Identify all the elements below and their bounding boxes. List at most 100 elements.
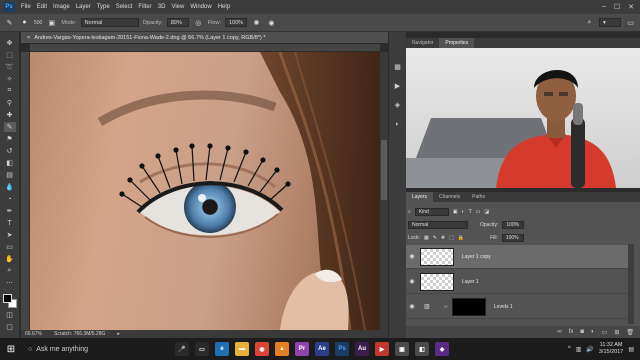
premiere-icon[interactable]: Pr bbox=[295, 342, 309, 356]
gradient-tool-icon[interactable]: ▤ bbox=[4, 170, 16, 180]
menu-edit[interactable]: Edit bbox=[34, 4, 50, 10]
app-icon[interactable]: ◧ bbox=[415, 342, 429, 356]
quick-select-tool-icon[interactable]: ✧ bbox=[4, 74, 16, 84]
menu-file[interactable]: File bbox=[18, 4, 34, 10]
maximize-icon[interactable]: ☐ bbox=[614, 3, 620, 11]
menu-select[interactable]: Select bbox=[113, 4, 136, 10]
visibility-eye-icon[interactable]: ◉ bbox=[406, 303, 418, 310]
after-effects-icon[interactable]: Ae bbox=[315, 342, 329, 356]
eraser-tool-icon[interactable]: ◧ bbox=[4, 158, 16, 168]
filter-smart-icon[interactable]: ◪ bbox=[484, 209, 489, 215]
vlc-icon[interactable]: ▲ bbox=[275, 342, 289, 356]
layer-row[interactable]: ◉ ▥ ∞ Levels 1 bbox=[406, 295, 628, 319]
file-explorer-icon[interactable]: ▬ bbox=[235, 342, 249, 356]
document-canvas[interactable] bbox=[30, 52, 380, 330]
quick-mask-icon[interactable]: ◫ bbox=[4, 310, 16, 320]
lock-paint-icon[interactable]: ✎ bbox=[433, 235, 437, 241]
network-icon[interactable]: ▥ bbox=[576, 346, 582, 353]
layer-row[interactable]: ◉ Layer 1 copy bbox=[406, 245, 628, 269]
fill-field[interactable]: 100% bbox=[501, 234, 524, 242]
tray-expand-icon[interactable]: ^ bbox=[568, 346, 571, 352]
tab-paths[interactable]: Paths bbox=[466, 192, 491, 202]
brush-tool-icon[interactable]: ✎ bbox=[4, 17, 15, 28]
layer-opacity-field[interactable]: 100% bbox=[502, 221, 525, 229]
chrome-icon[interactable]: ◉ bbox=[255, 342, 269, 356]
new-group-icon[interactable]: ▭ bbox=[602, 329, 608, 336]
history-brush-tool-icon[interactable]: ↺ bbox=[4, 146, 16, 156]
zoom-tool-icon[interactable]: ⌕ bbox=[4, 266, 16, 276]
notifications-icon[interactable]: ▤ bbox=[628, 346, 634, 353]
audition-icon[interactable]: Au bbox=[355, 342, 369, 356]
tab-navigator[interactable]: Navigator bbox=[406, 38, 439, 48]
lock-all-icon[interactable]: 🔒 bbox=[458, 235, 464, 241]
dodge-tool-icon[interactable]: ◔ bbox=[4, 194, 16, 204]
app-icon[interactable]: ▣ bbox=[395, 342, 409, 356]
menu-type[interactable]: Type bbox=[94, 4, 113, 10]
visibility-eye-icon[interactable]: ◉ bbox=[406, 278, 418, 285]
menu-help[interactable]: Help bbox=[215, 4, 233, 10]
search-icon[interactable]: ⌕ bbox=[584, 17, 595, 28]
more-tools-icon[interactable]: ⋯ bbox=[4, 278, 16, 288]
actions-panel-icon[interactable]: ▶ bbox=[393, 81, 403, 91]
delete-layer-icon[interactable]: 🗑 bbox=[626, 329, 634, 336]
tab-properties[interactable]: Properties bbox=[439, 38, 475, 48]
edge-icon[interactable]: e bbox=[215, 342, 229, 356]
3d-panel-icon[interactable]: ◈ bbox=[393, 100, 403, 110]
shape-tool-icon[interactable]: ▭ bbox=[4, 242, 16, 252]
filter-kind-select[interactable]: Kind bbox=[414, 208, 449, 216]
workspace-select[interactable]: ▾ bbox=[599, 18, 621, 27]
hand-tool-icon[interactable]: ✋ bbox=[4, 254, 16, 264]
share-icon[interactable]: ▭ bbox=[625, 17, 636, 28]
canvas-scroll-thumb[interactable] bbox=[381, 140, 387, 200]
color-swatches[interactable] bbox=[2, 294, 17, 308]
crop-tool-icon[interactable]: ⌗ bbox=[4, 86, 16, 96]
mode-select[interactable]: Normal bbox=[80, 18, 139, 27]
tab-layers[interactable]: Layers bbox=[406, 192, 434, 202]
filter-type-icon[interactable]: T bbox=[469, 209, 472, 215]
screen-mode-icon[interactable]: ▢ bbox=[4, 322, 16, 332]
path-select-tool-icon[interactable]: ➤ bbox=[4, 230, 16, 240]
layers-scrollbar[interactable] bbox=[628, 244, 634, 324]
history-panel-icon[interactable]: ▦ bbox=[393, 62, 403, 72]
menu-window[interactable]: Window bbox=[187, 4, 214, 10]
pressure-size-icon[interactable]: ◉ bbox=[266, 17, 277, 28]
minimize-icon[interactable]: – bbox=[602, 3, 606, 11]
menu-image[interactable]: Image bbox=[50, 4, 73, 10]
opacity-field[interactable]: 89% bbox=[166, 18, 189, 27]
menu-filter[interactable]: Filter bbox=[135, 4, 154, 10]
app-icon[interactable]: ◆ bbox=[435, 342, 449, 356]
menu-layer[interactable]: Layer bbox=[73, 4, 94, 10]
healing-tool-icon[interactable]: ✚ bbox=[4, 110, 16, 120]
taskbar-search[interactable]: ○ Ask me anything bbox=[22, 338, 172, 360]
eyedropper-tool-icon[interactable]: ⚲ bbox=[4, 98, 16, 108]
type-tool-icon[interactable]: T bbox=[4, 218, 16, 228]
add-mask-icon[interactable]: ◙ bbox=[580, 329, 584, 335]
document-close-icon[interactable]: × bbox=[27, 35, 30, 41]
start-windows-icon[interactable]: ⊞ bbox=[0, 338, 22, 360]
adjustments-panel-icon[interactable]: ◐ bbox=[393, 119, 403, 129]
lock-artboard-icon[interactable]: ⬚ bbox=[449, 235, 454, 241]
photoshop-taskbar-icon[interactable]: Ps bbox=[335, 342, 349, 356]
lasso-tool-icon[interactable]: ➰ bbox=[4, 62, 16, 72]
brush-tool-icon[interactable]: ✎ bbox=[3, 122, 16, 132]
app-icon[interactable]: ▶ bbox=[375, 342, 389, 356]
filter-shape-icon[interactable]: ▭ bbox=[476, 209, 481, 215]
document-tab[interactable]: × Andres-Vargas-Yopera-testiagam-20151-F… bbox=[21, 32, 401, 44]
layer-row[interactable]: ◉ Layer 1 bbox=[406, 270, 628, 294]
new-layer-icon[interactable]: ⊞ bbox=[614, 329, 619, 336]
status-menu-icon[interactable]: ▸ bbox=[117, 331, 120, 337]
link-layers-icon[interactable]: ∞ bbox=[557, 329, 561, 335]
blend-mode-select[interactable]: Normal bbox=[408, 221, 468, 229]
layer-style-icon[interactable]: fx bbox=[569, 329, 574, 335]
mic-icon[interactable]: 🎤 bbox=[175, 342, 189, 356]
zoom-level[interactable]: 66.67% bbox=[25, 331, 42, 337]
volume-icon[interactable]: 🔊 bbox=[586, 346, 593, 353]
clone-stamp-tool-icon[interactable]: ⚑ bbox=[4, 134, 16, 144]
clock[interactable]: 11:32 AM 3/15/2017 bbox=[599, 342, 623, 356]
lock-move-icon[interactable]: ✥ bbox=[441, 235, 445, 241]
menu-3d[interactable]: 3D bbox=[155, 4, 169, 10]
filter-pixel-icon[interactable]: ▣ bbox=[453, 209, 458, 215]
flow-field[interactable]: 100% bbox=[224, 18, 247, 27]
filter-adjust-icon[interactable]: ◐ bbox=[462, 209, 465, 215]
menu-view[interactable]: View bbox=[168, 4, 187, 10]
